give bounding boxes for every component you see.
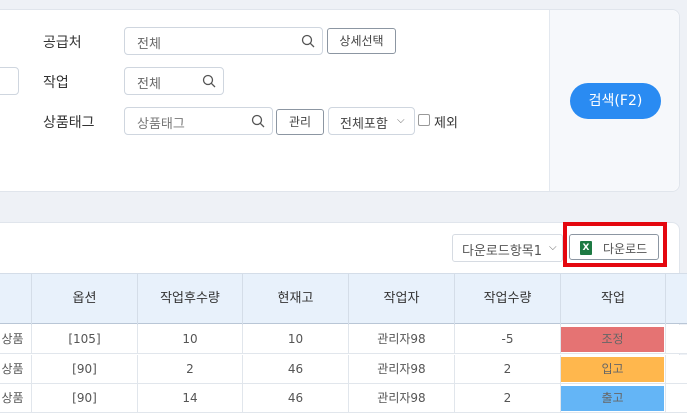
cell-after-qty: 2 bbox=[137, 355, 242, 384]
highlight-box bbox=[563, 222, 667, 267]
column-header-stock: 현재고 bbox=[242, 274, 348, 325]
search-button[interactable]: 검색(F2) bbox=[570, 83, 661, 119]
search-icon[interactable] bbox=[251, 114, 265, 128]
cell-stock: 10 bbox=[242, 325, 348, 354]
supplier-detail-button[interactable]: 상세선택 bbox=[327, 28, 396, 54]
cell-option: [105] bbox=[31, 325, 137, 354]
search-icon[interactable] bbox=[301, 34, 315, 48]
column-header-option: 옵션 bbox=[31, 274, 137, 325]
task-input[interactable]: 전체 bbox=[124, 67, 224, 95]
column-header-extra bbox=[665, 274, 687, 325]
tag-scope-select[interactable]: 전체포함 ⌵ bbox=[328, 107, 415, 135]
cell-worker: 관리자98 bbox=[348, 355, 454, 384]
task-value: 전체 bbox=[137, 77, 161, 92]
task-label: 작업 bbox=[43, 75, 69, 91]
column-header-action: 작업 bbox=[560, 274, 665, 325]
partial-left-input[interactable] bbox=[0, 67, 19, 95]
tag-scope-value: 전체포함 bbox=[340, 117, 388, 132]
tag-manage-button[interactable]: 관리 bbox=[276, 109, 324, 135]
table-row[interactable]: 상품 [90] 14 46 관리자98 2 출고 bbox=[0, 384, 687, 413]
product-tag-placeholder: 상품태그 bbox=[137, 117, 185, 132]
table-row[interactable]: 상품 [90] 2 46 관리자98 2 입고 bbox=[0, 355, 687, 384]
cell-worker: 관리자98 bbox=[348, 325, 454, 354]
cell-extra bbox=[665, 325, 687, 354]
cell-option: [90] bbox=[31, 384, 137, 413]
cell-worker: 관리자98 bbox=[348, 384, 454, 413]
cell-stock: 46 bbox=[242, 355, 348, 384]
table-row[interactable]: 상품 [105] 10 10 관리자98 -5 조정 bbox=[0, 325, 687, 354]
exclude-checkbox[interactable] bbox=[418, 114, 430, 126]
cell-extra bbox=[665, 355, 687, 384]
cell-stock: 46 bbox=[242, 384, 348, 413]
supplier-label: 공급처 bbox=[43, 35, 82, 51]
cell-qty: -5 bbox=[454, 325, 560, 354]
cell-after-qty: 14 bbox=[137, 384, 242, 413]
column-header-qty: 작업수량 bbox=[454, 274, 560, 325]
cell-product: 상품 bbox=[1, 362, 24, 376]
column-header-product bbox=[0, 274, 31, 325]
chevron-down-icon: ⌵ bbox=[397, 115, 405, 126]
supplier-value: 전체 bbox=[137, 37, 161, 52]
download-item-value: 다운로드항목1 bbox=[462, 244, 543, 259]
cell-product: 상품 bbox=[1, 332, 24, 346]
product-tag-label: 상품태그 bbox=[43, 115, 95, 131]
search-icon[interactable] bbox=[202, 74, 216, 88]
action-badge: 조정 bbox=[561, 327, 664, 352]
action-badge: 입고 bbox=[561, 357, 664, 382]
cell-qty: 2 bbox=[454, 384, 560, 413]
chevron-down-icon: ⌵ bbox=[549, 242, 557, 253]
product-tag-input[interactable]: 상품태그 bbox=[124, 107, 273, 135]
action-badge: 출고 bbox=[561, 386, 664, 411]
download-item-select[interactable]: 다운로드항목1 ⌵ bbox=[452, 234, 563, 262]
cell-option: [90] bbox=[31, 355, 137, 384]
cell-after-qty: 10 bbox=[137, 325, 242, 354]
cell-product: 상품 bbox=[1, 391, 24, 405]
cell-qty: 2 bbox=[454, 355, 560, 384]
table-header: 옵션 작업후수량 현재고 작업자 작업수량 작업 bbox=[0, 273, 687, 325]
supplier-input[interactable]: 전체 bbox=[124, 27, 323, 55]
exclude-label: 제외 bbox=[434, 116, 458, 131]
column-header-after-qty: 작업후수량 bbox=[137, 274, 242, 325]
column-header-worker: 작업자 bbox=[348, 274, 454, 325]
cell-extra bbox=[665, 384, 687, 413]
